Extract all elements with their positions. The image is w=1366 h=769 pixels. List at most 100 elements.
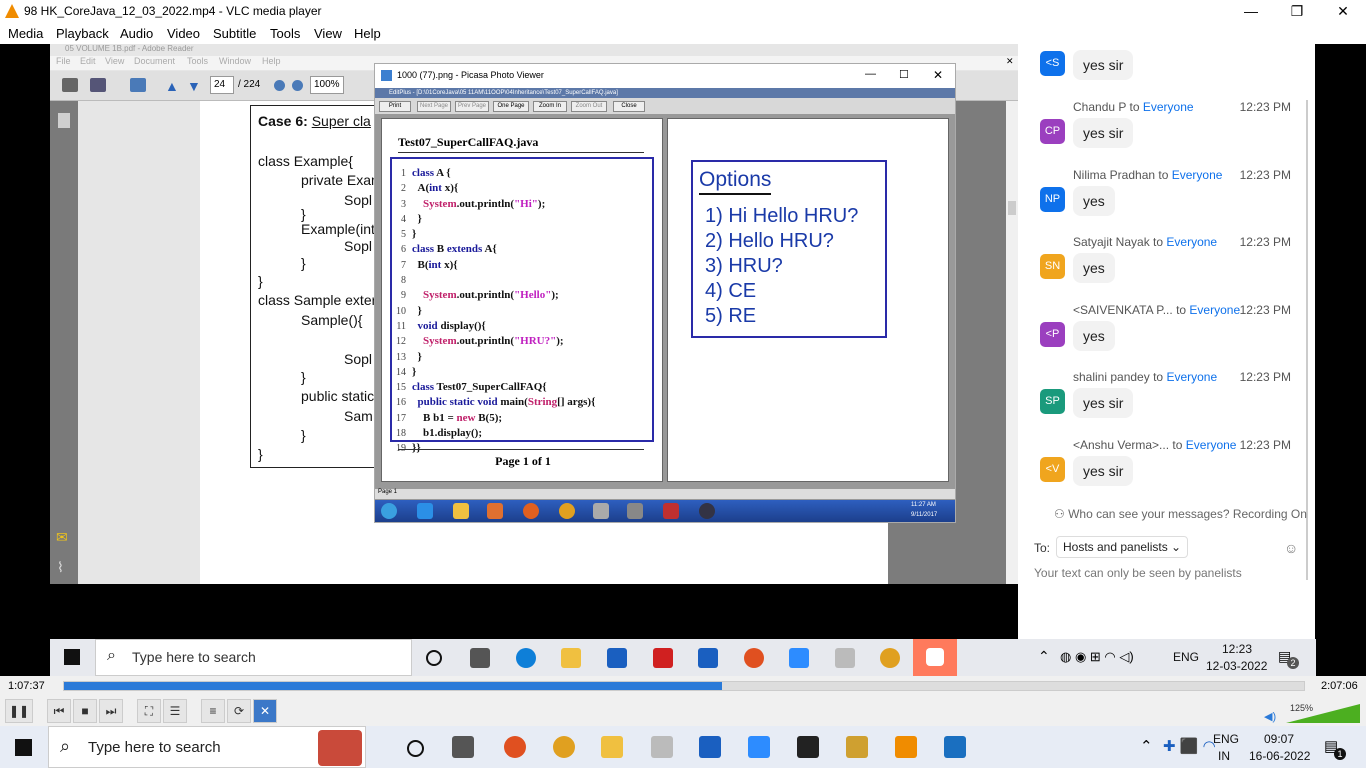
zoom-out-icon	[274, 80, 285, 91]
playlist-button[interactable]: ≡	[201, 699, 225, 723]
adobe-menu-window: Window	[219, 56, 252, 66]
photos-icon[interactable]	[944, 736, 966, 758]
inner-lang: ENG	[1173, 650, 1200, 664]
option-2: 2) Hello HRU?	[705, 230, 834, 252]
menu-view[interactable]: View	[314, 26, 342, 41]
message-bubble: yes sir	[1073, 118, 1134, 148]
vlc-controls: 1:07:37 2:07:06 ❚❚ ⏮ ■ ⏭ ⛶ ☰ ≡ ⟳ ✕ ◀) 12…	[0, 676, 1366, 726]
cortana-icon[interactable]	[407, 740, 424, 757]
xp-date: 9/11/2017	[911, 512, 938, 518]
comment-icon: ✉	[56, 529, 68, 545]
firefox-icon	[523, 503, 539, 519]
adobe-menu-tools: Tools	[187, 56, 209, 66]
task-view-icon[interactable]	[452, 736, 474, 758]
xp-start-icon	[381, 503, 397, 519]
one-page-button: One Page	[493, 101, 529, 112]
menu-video[interactable]: Video	[167, 26, 200, 41]
options-list: 1) Hi Hello HRU? 2) Hello HRU? 3) HRU? 4…	[705, 204, 858, 329]
menu-subtitle[interactable]: Subtitle	[213, 26, 256, 41]
zoom-in-button: Zoom In	[533, 101, 567, 112]
seek-bar[interactable]	[63, 681, 1305, 691]
paint-icon[interactable]	[846, 736, 868, 758]
previous-button[interactable]: ⏮	[47, 699, 71, 723]
vlc-menubar: Media Playback Audio Video Subtitle Tool…	[0, 23, 1366, 44]
record-icon[interactable]	[504, 736, 526, 758]
preview-toolbar: Print Next Page Prev Page One Page Zoom …	[375, 98, 955, 114]
page-up-icon: ▲	[165, 78, 179, 94]
message-time: 12:23 PM	[1239, 100, 1291, 114]
menu-media[interactable]: Media	[8, 26, 43, 41]
code-line-8: 8	[401, 275, 406, 287]
code-line: }	[258, 446, 263, 462]
shuffle-button[interactable]: ✕	[253, 699, 277, 723]
app-icon	[663, 503, 679, 519]
avatar: <S	[1040, 51, 1065, 76]
chevron-up-icon: ⌃	[1038, 648, 1050, 664]
speaker-icon[interactable]: ◀)	[1264, 710, 1276, 723]
code-line-16: 16 public static void main(String[] args…	[396, 396, 596, 409]
code-line-18: 18 b1.display();	[396, 427, 482, 440]
pages-panel-icon	[58, 113, 70, 128]
message-time: 12:23 PM	[1239, 235, 1291, 249]
picasa-icon	[381, 70, 392, 81]
outer-region: IN	[1218, 749, 1230, 763]
store-icon[interactable]	[699, 736, 721, 758]
message-time: 12:23 PM	[1239, 370, 1291, 384]
sticky-notes-icon[interactable]	[797, 736, 819, 758]
code-line-10: 10 }	[396, 304, 422, 317]
prev-page-button: Prev Page	[455, 101, 489, 112]
emoji-icon[interactable]: ☺	[1284, 540, 1298, 556]
message-bubble: yes	[1073, 321, 1115, 351]
code-line: Sample(){	[301, 312, 363, 328]
chrome-icon[interactable]	[553, 736, 575, 758]
code-line-13: 13 }	[396, 350, 422, 363]
notification-count: 1	[1334, 748, 1346, 760]
code-line-2: 2 A(int x){	[401, 182, 459, 195]
options-title: Options	[699, 168, 772, 195]
stop-button[interactable]: ■	[73, 699, 97, 723]
attachment-icon: ⌇	[57, 559, 64, 575]
active-app-tile	[913, 639, 957, 676]
message-bubble: yes	[1073, 186, 1115, 216]
loop-button[interactable]: ⟳	[227, 699, 251, 723]
code-line: class Example{	[258, 153, 353, 169]
picasa-maximize-icon: ☐	[899, 69, 909, 81]
tray-icons[interactable]: ✚ ⬛ ◠	[1163, 737, 1216, 755]
to-label: To:	[1034, 541, 1051, 555]
file-explorer-icon[interactable]	[601, 736, 623, 758]
record-icon	[744, 648, 764, 668]
chevron-up-icon[interactable]: ⌃	[1140, 737, 1153, 755]
code-line: class Sample exter	[258, 292, 377, 308]
message-header: <SAIVENKATA P... to Everyone	[1073, 303, 1241, 317]
extended-settings-button[interactable]: ☰	[163, 699, 187, 723]
avatar: SP	[1040, 389, 1065, 414]
chat-input-hint[interactable]: Your text can only be seen by panelists	[1034, 566, 1242, 580]
close-button[interactable]: ✕	[1320, 0, 1366, 23]
video-right-margin	[1315, 44, 1366, 639]
inner-search-box: Type here to search	[95, 639, 412, 676]
pause-button[interactable]: ❚❚	[5, 699, 33, 723]
zoom-icon[interactable]	[748, 736, 770, 758]
search-icon: ⌕	[107, 647, 116, 664]
chat-privacy-info[interactable]: ⚇ Who can see your messages? Recording O…	[1054, 507, 1307, 521]
adobe-title: 05 VOLUME 1B.pdf - Adobe Reader	[65, 44, 194, 53]
recipient-select[interactable]: Hosts and panelists ⌄	[1056, 536, 1189, 558]
picasa-title: 1000 (77).png - Picasa Photo Viewer	[397, 70, 544, 80]
ie-icon	[417, 503, 433, 519]
code-line: Sopl	[344, 238, 373, 254]
menu-help[interactable]: Help	[354, 26, 381, 41]
menu-tools[interactable]: Tools	[270, 26, 300, 41]
minimize-button[interactable]: —	[1228, 0, 1274, 23]
windows-start-icon[interactable]	[15, 739, 32, 756]
code-line-11: 11 void display(){	[396, 319, 486, 332]
menu-playback[interactable]: Playback	[56, 26, 109, 41]
volume-slider[interactable]	[1286, 704, 1360, 723]
vlc-icon[interactable]	[895, 736, 917, 758]
restore-button[interactable]: ❐	[1274, 0, 1320, 23]
fullscreen-button[interactable]: ⛶	[137, 699, 161, 723]
inner-taskbar: Type here to search ⌕ ⌃ ◍ ◉ ⊞ ◠ ◁) ENG 1…	[50, 639, 1316, 676]
snipping-icon[interactable]	[651, 736, 673, 758]
menu-audio[interactable]: Audio	[120, 26, 153, 41]
next-button[interactable]: ⏭	[99, 699, 123, 723]
scroll-thumb	[1008, 201, 1016, 215]
